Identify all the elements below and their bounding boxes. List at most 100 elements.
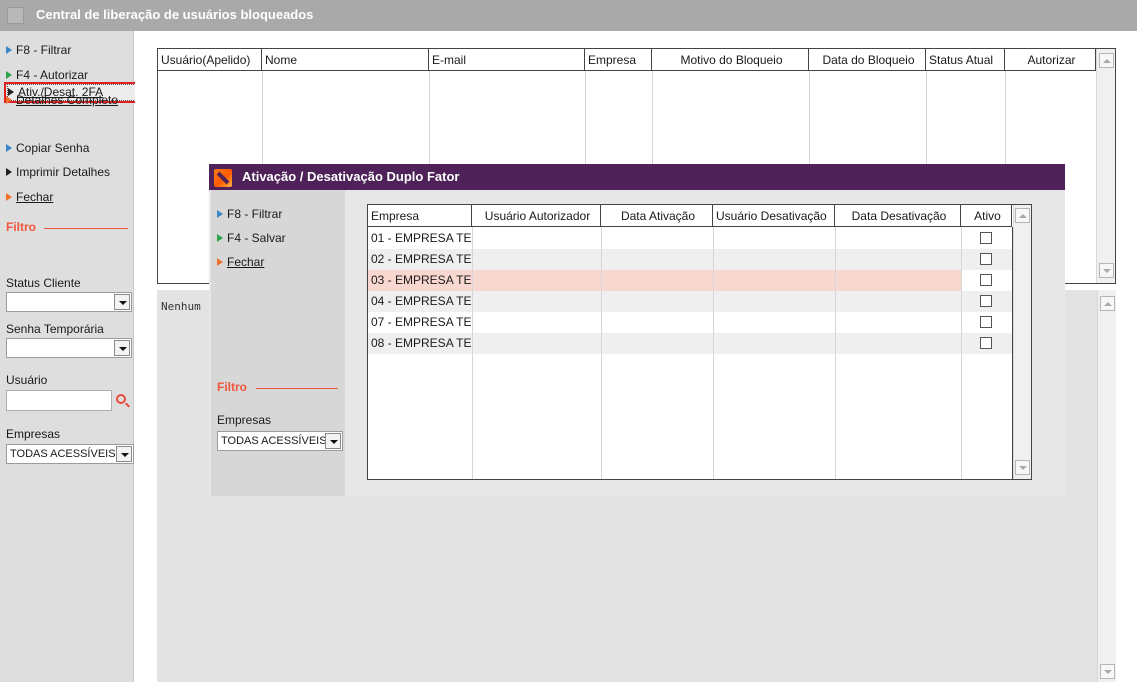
- col-usuario-desativacao[interactable]: Usuário Desativação: [713, 205, 835, 227]
- col-ativo[interactable]: Ativo: [961, 205, 1012, 227]
- col-empresa[interactable]: Empresa: [368, 205, 472, 227]
- details-scrollbar[interactable]: [1097, 290, 1116, 682]
- two-factor-grid[interactable]: Empresa Usuário Autorizador Data Ativaçã…: [367, 204, 1032, 480]
- table-row[interactable]: 08 - EMPRESA TE: [368, 333, 1012, 354]
- empresa-cell: 03 - EMPRESA TE: [371, 273, 472, 287]
- table-row[interactable]: 02 - EMPRESA TE: [368, 249, 1012, 270]
- scroll-up-icon[interactable]: [1099, 53, 1114, 68]
- chevron-down-icon[interactable]: [114, 340, 130, 356]
- ativo-checkbox[interactable]: [980, 337, 992, 349]
- dialog-filtrar-label: F8 - Filtrar: [227, 207, 283, 221]
- col-nome[interactable]: Nome: [262, 49, 429, 71]
- empresa-cell: 02 - EMPRESA TE: [371, 252, 472, 266]
- usuario-label: Usuário: [6, 373, 48, 387]
- scroll-down-icon[interactable]: [1015, 460, 1030, 475]
- col-email[interactable]: E-mail: [429, 49, 585, 71]
- dialog-title-bar[interactable]: Ativação / Desativação Duplo Fator: [209, 164, 1065, 190]
- dialog-salvar-label: F4 - Salvar: [227, 231, 286, 245]
- dialog-filter-heading: Filtro: [217, 380, 247, 394]
- status-cliente-label: Status Cliente: [6, 276, 81, 290]
- menu-filtrar[interactable]: F8 - Filtrar: [6, 40, 71, 60]
- ativo-checkbox[interactable]: [980, 274, 992, 286]
- empresas-select[interactable]: TODAS ACESSÍVEIS: [6, 444, 134, 464]
- window-title: Central de liberação de usuários bloquea…: [36, 7, 314, 22]
- menu-2fa-label: Ativ./Desat. 2FA: [18, 85, 104, 99]
- empresas-label: Empresas: [6, 427, 61, 441]
- filter-divider: [44, 228, 128, 229]
- black-triangle-icon: [6, 167, 12, 176]
- table-row[interactable]: 04 - EMPRESA TE: [368, 291, 1012, 312]
- search-icon[interactable]: [116, 394, 126, 404]
- filter-heading: Filtro: [6, 220, 36, 234]
- window-title-bar: Central de liberação de usuários bloquea…: [0, 0, 1137, 31]
- table-row-highlighted[interactable]: 03 - EMPRESA TE: [368, 270, 961, 291]
- dialog-menu-salvar[interactable]: F4 - Salvar: [217, 228, 286, 248]
- green-triangle-icon: [6, 70, 12, 79]
- menu-imprimir-label: Imprimir Detalhes: [16, 165, 111, 179]
- app-logo-icon: [214, 169, 232, 187]
- empresas-value: TODAS ACESSÍVEIS: [10, 448, 116, 460]
- dialog-empresas-label: Empresas: [217, 413, 272, 427]
- grid-scrollbar[interactable]: [1096, 49, 1115, 283]
- column-divider: [472, 227, 473, 479]
- dialog-menu-fechar[interactable]: Fechar: [217, 252, 264, 272]
- col-usuario-autorizador[interactable]: Usuário Autorizador: [472, 205, 601, 227]
- ativo-checkbox[interactable]: [980, 232, 992, 244]
- menu-autorizar-label: F4 - Autorizar: [16, 68, 89, 82]
- table-row[interactable]: 07 - EMPRESA TE: [368, 312, 1012, 333]
- dialog-empresas-value: TODAS ACESSÍVEIS: [221, 435, 327, 447]
- chevron-down-icon[interactable]: [116, 446, 132, 462]
- col-autorizar[interactable]: Autorizar: [1005, 49, 1096, 71]
- menu-copiar-senha[interactable]: Copiar Senha: [6, 138, 89, 158]
- senha-temporaria-label: Senha Temporária: [6, 322, 104, 336]
- col-motivo-bloqueio[interactable]: Motivo do Bloqueio: [652, 49, 809, 71]
- blue-triangle-icon: [6, 45, 12, 54]
- empresa-cell: 07 - EMPRESA TE: [371, 315, 472, 329]
- ativo-checkbox[interactable]: [980, 253, 992, 265]
- col-data-ativacao[interactable]: Data Ativação: [601, 205, 713, 227]
- dialog-title: Ativação / Desativação Duplo Fator: [242, 169, 460, 184]
- dialog-grid-scrollbar[interactable]: [1013, 205, 1031, 479]
- senha-temporaria-select[interactable]: [6, 338, 132, 358]
- dialog-menu-filtrar[interactable]: F8 - Filtrar: [217, 204, 282, 224]
- dialog-fechar-label: Fechar: [227, 255, 265, 269]
- scroll-down-icon[interactable]: [1100, 664, 1115, 679]
- green-triangle-icon: [217, 233, 223, 242]
- app-icon: [7, 7, 24, 24]
- details-text: Nenhum: [161, 300, 201, 313]
- column-divider: [961, 227, 962, 479]
- column-divider: [601, 227, 602, 479]
- scroll-up-icon[interactable]: [1015, 208, 1030, 223]
- blue-triangle-icon: [6, 143, 12, 152]
- col-status-atual[interactable]: Status Atual: [926, 49, 1005, 71]
- blue-triangle-icon: [217, 209, 223, 218]
- col-data-bloqueio[interactable]: Data do Bloqueio: [809, 49, 926, 71]
- orange-triangle-icon: [6, 192, 12, 201]
- column-divider: [835, 227, 836, 479]
- scroll-up-icon[interactable]: [1100, 296, 1115, 311]
- empresa-cell: 01 - EMPRESA TE: [371, 231, 472, 245]
- black-triangle-icon: [8, 87, 14, 96]
- ativo-checkbox[interactable]: [980, 316, 992, 328]
- empresa-cell: 04 - EMPRESA TE: [371, 294, 472, 308]
- menu-ativ-desat-2fa[interactable]: Ativ./Desat. 2FA: [8, 83, 103, 101]
- menu-imprimir-detalhes[interactable]: Imprimir Detalhes: [6, 162, 110, 182]
- dialog-filter-divider: [256, 388, 338, 389]
- chevron-down-icon[interactable]: [325, 433, 341, 449]
- menu-fechar-label: Fechar: [16, 190, 54, 204]
- menu-filtrar-label: F8 - Filtrar: [16, 43, 72, 57]
- table-row[interactable]: 01 - EMPRESA TE: [368, 228, 1012, 249]
- scroll-down-icon[interactable]: [1099, 263, 1114, 278]
- col-data-desativacao[interactable]: Data Desativação: [835, 205, 961, 227]
- menu-copiar-label: Copiar Senha: [16, 141, 90, 155]
- menu-autorizar[interactable]: F4 - Autorizar: [6, 65, 88, 85]
- column-divider: [713, 227, 714, 479]
- chevron-down-icon[interactable]: [114, 294, 130, 310]
- status-cliente-select[interactable]: [6, 292, 132, 312]
- ativo-checkbox[interactable]: [980, 295, 992, 307]
- menu-fechar[interactable]: Fechar: [6, 187, 53, 207]
- usuario-input[interactable]: [6, 390, 112, 411]
- col-usuario-apelido[interactable]: Usuário(Apelido): [158, 49, 262, 71]
- col-empresa[interactable]: Empresa: [585, 49, 652, 71]
- dialog-empresas-select[interactable]: TODAS ACESSÍVEIS: [217, 431, 343, 451]
